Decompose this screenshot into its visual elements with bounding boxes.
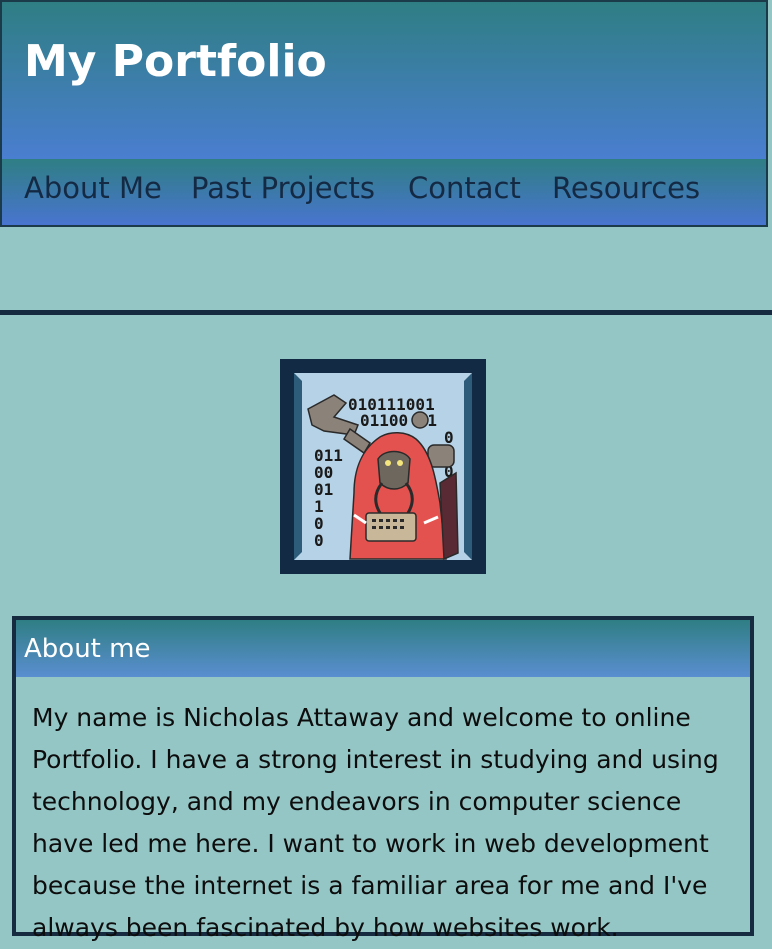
binary-text-11: 0 — [314, 531, 324, 550]
profile-image-frame: 010111001 01100 01 0 1 0 011 00 01 1 0 0… — [280, 359, 486, 574]
about-me-heading: About me — [24, 634, 151, 664]
main-nav: About Me Past Projects Contact Resources — [2, 159, 766, 225]
nav-item-contact[interactable]: Contact — [408, 172, 521, 205]
nav-item-past-projects[interactable]: Past Projects — [191, 172, 375, 205]
robed-robot-illustration: 010111001 01100 01 0 1 0 011 00 01 1 0 0… — [294, 373, 472, 561]
nav-item-resources[interactable]: Resources — [552, 172, 700, 205]
about-me-section: About me My name is Nicholas Attaway and… — [12, 616, 754, 942]
site-header: My Portfolio About Me Past Projects Cont… — [0, 0, 768, 227]
about-me-text: My name is Nicholas Attaway and welcome … — [32, 703, 719, 942]
nav-item-about-me[interactable]: About Me — [24, 172, 162, 205]
section-divider — [0, 310, 772, 315]
profile-avatar: 010111001 01100 01 0 1 0 011 00 01 1 0 0… — [294, 373, 472, 561]
title-bar: My Portfolio — [2, 2, 766, 159]
about-me-header: About me — [16, 620, 750, 677]
site-title: My Portfolio — [24, 36, 327, 87]
